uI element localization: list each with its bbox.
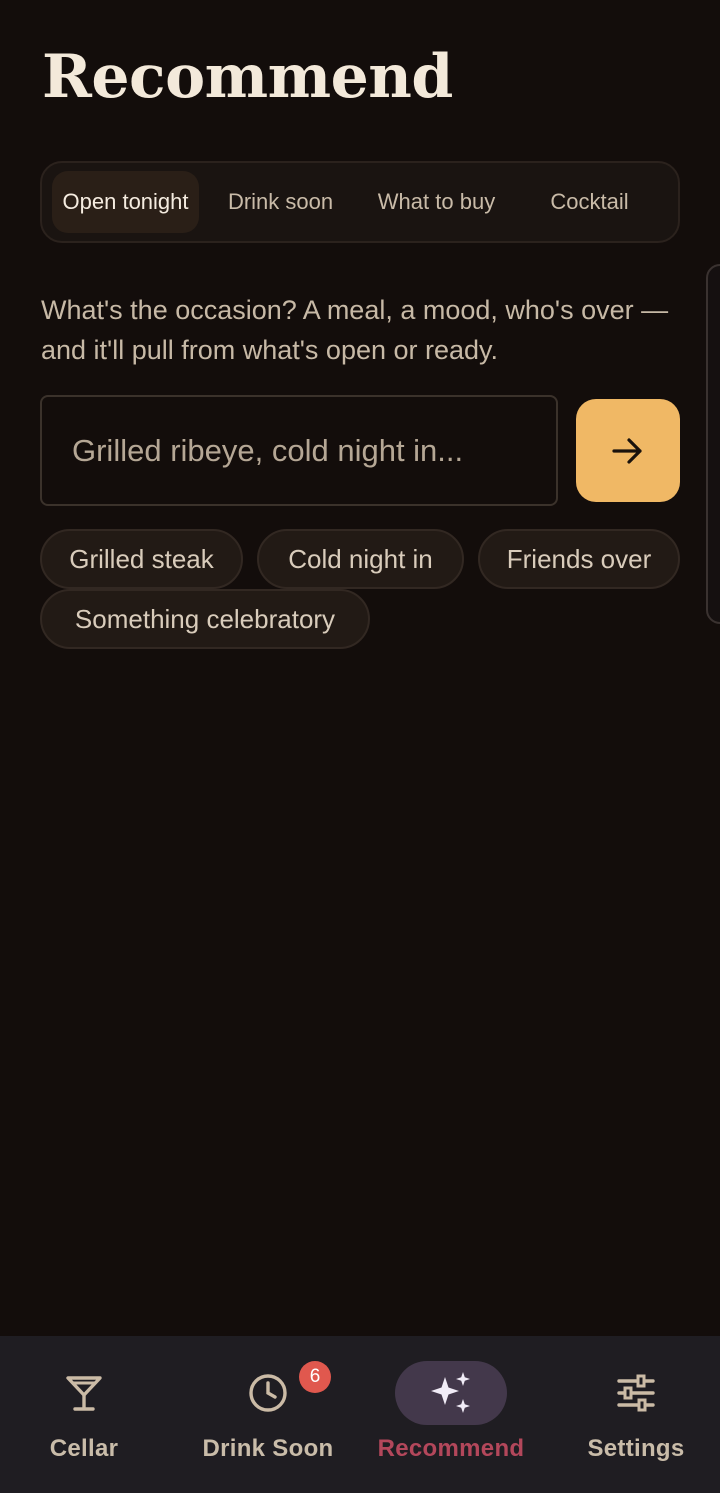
tab-cocktail[interactable]: Cocktail (511, 171, 668, 233)
nav-icon-container (395, 1361, 507, 1425)
nav-icon-container (28, 1361, 140, 1425)
chip-grilled-steak[interactable]: Grilled steak (40, 529, 243, 589)
tab-drink-soon[interactable]: Drink soon (199, 171, 362, 233)
arrow-right-icon (612, 437, 642, 464)
drink-soon-badge: 6 (299, 1361, 331, 1393)
sparkles-icon (431, 1372, 470, 1413)
bottom-nav: Cellar 6 Drink Soon Recommend Settings (0, 1336, 720, 1493)
nav-label-recommend: Recommend (377, 1435, 525, 1462)
chip-friends-over[interactable]: Friends over (478, 529, 680, 589)
intro-text: What's the occasion? A meal, a mood, who… (41, 295, 669, 365)
tab-what-to-buy[interactable]: What to buy (362, 171, 511, 233)
chip-cold-night-in[interactable]: Cold night in (257, 529, 464, 589)
nav-icon-container: 6 (212, 1361, 331, 1425)
clock-icon (249, 1374, 287, 1412)
nav-label-cellar: Cellar (49, 1435, 119, 1462)
page-title: Recommend (42, 42, 453, 112)
nav-icon-container (580, 1361, 692, 1425)
sliders-icon (617, 1374, 655, 1412)
nav-label-drink-soon: Drink Soon (202, 1435, 334, 1462)
cocktail-glass-icon (66, 1376, 102, 1411)
mode-tabs: Open tonight Drink soon What to buy Cock… (40, 161, 680, 243)
tab-open-tonight[interactable]: Open tonight (52, 171, 200, 233)
nav-recommend[interactable]: Recommend (365, 1336, 537, 1493)
occasion-input[interactable]: Grilled ribeye, cold night in... (40, 395, 558, 506)
nav-settings[interactable]: Settings (574, 1336, 698, 1493)
chip-something-celebratory[interactable]: Something celebratory (40, 589, 370, 649)
side-drawer-handle[interactable] (706, 264, 720, 624)
nav-drink-soon[interactable]: 6 Drink Soon (190, 1336, 346, 1493)
recommend-screen: Recommend Open tonight Drink soon What t… (0, 0, 720, 1493)
submit-button[interactable] (576, 399, 680, 502)
nav-cellar[interactable]: Cellar (28, 1336, 140, 1493)
nav-label-settings: Settings (587, 1435, 685, 1462)
